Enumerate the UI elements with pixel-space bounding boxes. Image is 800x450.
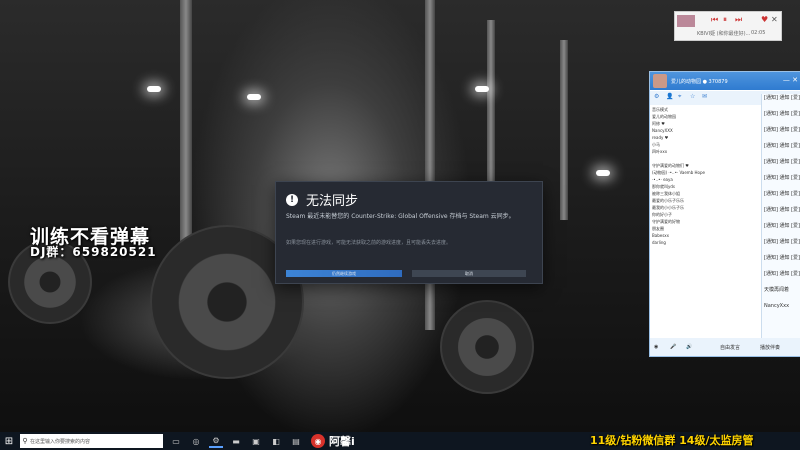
cancel-button[interactable]: 取消 [412, 270, 526, 277]
message-list: [通知] 通知 [爱] [通知] 通知 [爱] [通知] 通知 [爱] [通知]… [761, 94, 800, 356]
flame-logo-icon: ◉ [311, 434, 325, 448]
list-item[interactable]: ·•..•· eaya [652, 176, 760, 183]
list-item[interactable]: 被称三我体小姐 [652, 190, 760, 197]
list-item[interactable]: Babesxx [652, 232, 760, 239]
music-player-widget[interactable]: ⏮ ⏸ ⏭ ♥ ✕ KBIVI姬 (和你最佳好)... 02:05 [674, 11, 782, 41]
song-time: 02:05 [751, 30, 766, 36]
obs-icon[interactable]: ◎ [189, 434, 203, 448]
search-icon: ⚲ [22, 437, 28, 445]
stream-overlay-group: DJ群：659820521 [30, 245, 157, 259]
list-item[interactable]: 守护满爱的动物们 ♥ [652, 162, 760, 169]
chat-message: [通知] 通知 [爱] [764, 271, 800, 277]
chat-message: [通知] 通知 [爱] [764, 255, 800, 261]
chat-message: [通知] 通知 [爱] [764, 127, 800, 133]
warning-icon: ! [286, 193, 298, 206]
cloud-sync-dialog: ! 无法同步 Steam 最近未能替您的 Counter-Strike: Glo… [275, 181, 543, 284]
volume-icon[interactable]: 🔊 [686, 344, 692, 350]
streamer-name: 阿馨i [329, 435, 355, 448]
list-item[interactable]: darling [652, 239, 760, 246]
chat-bottom-bar: ◉ 🎤 🔊 自由发言 播放伴奏 [650, 338, 800, 356]
chat-message: [通知] 通知 [爱] [764, 191, 800, 197]
list-item[interactable]: 爱儿的动物园 [652, 113, 760, 120]
chat-message: [通知] 通知 [爱] [764, 175, 800, 181]
chat-message: [通知] 通知 [爱] [764, 207, 800, 213]
chat-icon[interactable]: ✉ [702, 93, 707, 100]
taskbar-search[interactable]: ⚲ 在这里输入你要搜索的内容 [20, 434, 163, 448]
list-item[interactable]: 那你就叫yds [652, 183, 760, 190]
close-icon[interactable]: — ✕ [783, 76, 798, 84]
free-speak-button[interactable]: 自由发言 [720, 344, 740, 351]
dialog-title: 无法同步 [306, 194, 359, 209]
chat-titlebar: 爱儿的动物园 ● 370879 — ✕ [650, 72, 800, 90]
heart-icon[interactable]: ♥ [761, 15, 768, 24]
chat-message: [通知] 通知 [爱] [764, 159, 800, 165]
app-icon[interactable]: ▬ [229, 434, 243, 448]
ceiling-light [596, 170, 610, 176]
chat-message: NancyXxx [764, 303, 790, 309]
weight-plate [440, 300, 534, 394]
windows-start-icon[interactable]: ⊞ [0, 432, 18, 450]
voice-chat-panel: 爱儿的动物园 ● 370879 — ✕ ⚙ 👤 ⌖ ☆ ✉ 音乐模式 爱儿的动物… [649, 71, 800, 357]
list-item[interactable]: (动物园) ·•..•· Vaemb Hope [652, 169, 760, 176]
list-item[interactable]: 小马 [652, 141, 760, 148]
ceiling-light [247, 94, 261, 100]
prev-icon[interactable]: ⏮ [711, 15, 718, 25]
chat-message: [通知] 通知 [爱] [764, 239, 800, 245]
gym-pillar [560, 40, 568, 220]
stream-ticker: 11级/钻粉微信群 14级/太监房管 [590, 434, 754, 447]
app-icon[interactable]: ▤ [289, 434, 303, 448]
gym-pillar [180, 0, 192, 250]
microphone-icon[interactable]: 🎤 [670, 344, 676, 350]
dialog-message: Steam 最近未能替您的 Counter-Strike: Global Off… [286, 213, 515, 220]
list-item[interactable] [652, 155, 760, 162]
settings-icon[interactable]: ⚙ [654, 93, 659, 100]
list-item[interactable]: 阿修 ♥ [652, 120, 760, 127]
next-icon[interactable]: ⏭ [735, 15, 742, 25]
chat-message: [通知] 通知 [爱] [764, 95, 800, 101]
list-item[interactable]: 最我的小小乐子乐 [652, 204, 760, 211]
ceiling-light [475, 86, 489, 92]
song-title: KBIVI姬 (和你最佳好)... [697, 31, 751, 37]
chat-message: 天模再闻着 [764, 287, 790, 293]
room-avatar [653, 74, 667, 88]
ceiling-light [147, 86, 161, 92]
dialog-detail: 如果您现在进行游戏，可能无法获取之前的游戏进度，且可能丢失去进度。 [286, 240, 452, 246]
tab-music-mode[interactable]: 音乐模式 [652, 106, 760, 113]
list-item[interactable]: 守护满爱的好物 [652, 218, 760, 225]
star-icon[interactable]: ☆ [690, 93, 695, 100]
app-icon[interactable]: ◧ [269, 434, 283, 448]
app-icon[interactable]: ▣ [249, 434, 263, 448]
list-item[interactable]: ready ♥ [652, 134, 760, 141]
search-input[interactable]: 在这里输入你要搜索的内容 [30, 438, 90, 445]
play-anyway-button[interactable]: 仍然继续游戏 [286, 270, 402, 277]
album-thumbnail [677, 15, 695, 27]
list-item[interactable]: 最爱的小乐子乐乐 [652, 197, 760, 204]
list-item[interactable]: 朋友圈 [652, 225, 760, 232]
close-icon[interactable]: ✕ [771, 15, 778, 24]
dialog-header: ! 无法同步 [286, 190, 358, 209]
chat-message: [通知] 通知 [爱] [764, 223, 800, 229]
pause-icon[interactable]: ⏸ [723, 15, 727, 25]
chat-message: [通知] 通知 [爱] [764, 143, 800, 149]
steam-icon[interactable]: ⚙ [209, 434, 223, 448]
user-icon[interactable]: 👤 [666, 93, 673, 100]
room-title: 爱儿的动物园 ● 370879 [671, 79, 728, 85]
task-view-icon[interactable]: ▭ [169, 434, 183, 448]
member-list[interactable]: 音乐模式 爱儿的动物园 阿修 ♥ NancyXXX ready ♥ 小马 四叶x… [652, 106, 760, 336]
play-backing-button[interactable]: 播放伴奏 [760, 344, 780, 351]
list-item[interactable]: 你的好小子 [652, 211, 760, 218]
chat-message: [通知] 通知 [爱] [764, 111, 800, 117]
list-item[interactable]: NancyXXX [652, 127, 760, 134]
avatar[interactable]: ◉ [654, 344, 658, 350]
list-item[interactable]: 四叶xxx [652, 148, 760, 155]
location-icon[interactable]: ⌖ [678, 93, 681, 101]
